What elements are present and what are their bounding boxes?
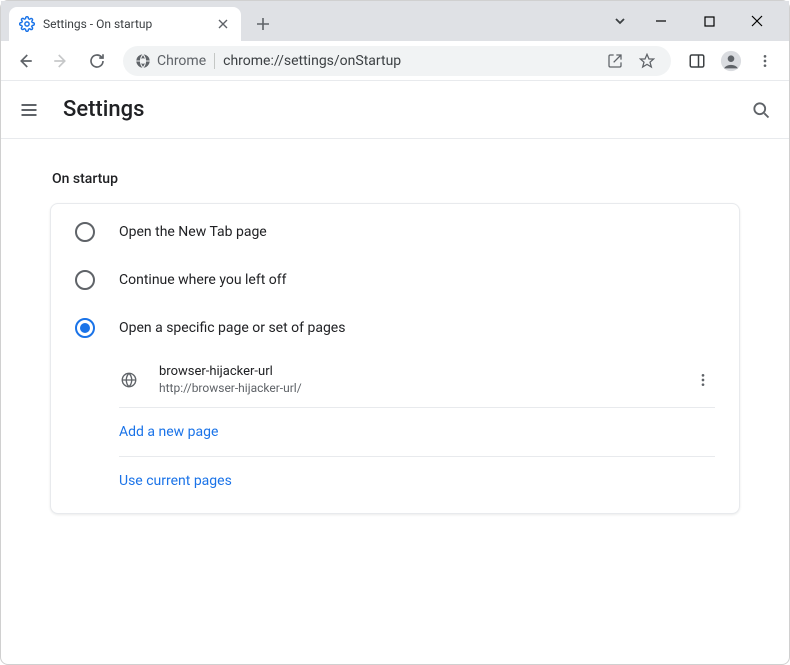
- menu-icon[interactable]: [17, 98, 41, 122]
- settings-content: On startup Open the New Tab page Continu…: [1, 139, 789, 514]
- back-button[interactable]: [9, 45, 41, 77]
- profile-icon[interactable]: [715, 45, 747, 77]
- radio-label: Open the New Tab page: [119, 224, 267, 240]
- reload-button[interactable]: [81, 45, 113, 77]
- section-heading: On startup: [52, 171, 740, 187]
- settings-header: Settings: [1, 81, 789, 139]
- startup-page-title: browser-hijacker-url: [159, 364, 671, 379]
- radio-icon: [75, 222, 95, 242]
- maximize-button[interactable]: [687, 6, 731, 36]
- share-icon[interactable]: [603, 49, 627, 73]
- add-new-page-link[interactable]: Add a new page: [119, 408, 715, 457]
- use-current-pages-link[interactable]: Use current pages: [119, 457, 715, 509]
- radio-icon: [75, 270, 95, 290]
- browser-tab[interactable]: Settings - On startup: [9, 7, 241, 41]
- startup-page-url: http://browser-hijacker-url/: [159, 381, 671, 395]
- site-security[interactable]: Chrome: [135, 53, 206, 69]
- specific-pages-subsection: browser-hijacker-url http://browser-hija…: [51, 352, 739, 509]
- close-window-button[interactable]: [735, 6, 779, 36]
- radio-label: Continue where you left off: [119, 272, 287, 288]
- radio-new-tab[interactable]: Open the New Tab page: [51, 208, 739, 256]
- bookmark-icon[interactable]: [635, 49, 659, 73]
- address-bar[interactable]: Chrome chrome://settings/onStartup: [123, 46, 671, 76]
- forward-button[interactable]: [45, 45, 77, 77]
- page-title: Settings: [63, 97, 144, 122]
- window-titlebar: Settings - On startup: [1, 1, 789, 41]
- minimize-button[interactable]: [639, 6, 683, 36]
- search-icon[interactable]: [749, 98, 773, 122]
- kebab-icon[interactable]: [749, 45, 781, 77]
- chrome-label: Chrome: [157, 53, 206, 69]
- globe-icon: [119, 370, 139, 390]
- radio-specific-pages[interactable]: Open a specific page or set of pages: [51, 304, 739, 352]
- gear-icon: [19, 16, 35, 32]
- tab-search-button[interactable]: [605, 6, 635, 36]
- browser-toolbar: Chrome chrome://settings/onStartup: [1, 41, 789, 81]
- side-panel-icon[interactable]: [681, 45, 713, 77]
- url-text: chrome://settings/onStartup: [223, 53, 595, 69]
- startup-page-row: browser-hijacker-url http://browser-hija…: [119, 352, 715, 408]
- divider: [214, 53, 215, 69]
- close-icon[interactable]: [215, 16, 231, 32]
- startup-card: Open the New Tab page Continue where you…: [50, 203, 740, 514]
- radio-icon: [75, 318, 95, 338]
- window-controls: [605, 1, 789, 41]
- radio-label: Open a specific page or set of pages: [119, 320, 345, 336]
- new-tab-button[interactable]: [249, 10, 277, 38]
- radio-continue[interactable]: Continue where you left off: [51, 256, 739, 304]
- page-actions-icon[interactable]: [691, 368, 715, 392]
- tab-title: Settings - On startup: [43, 17, 207, 31]
